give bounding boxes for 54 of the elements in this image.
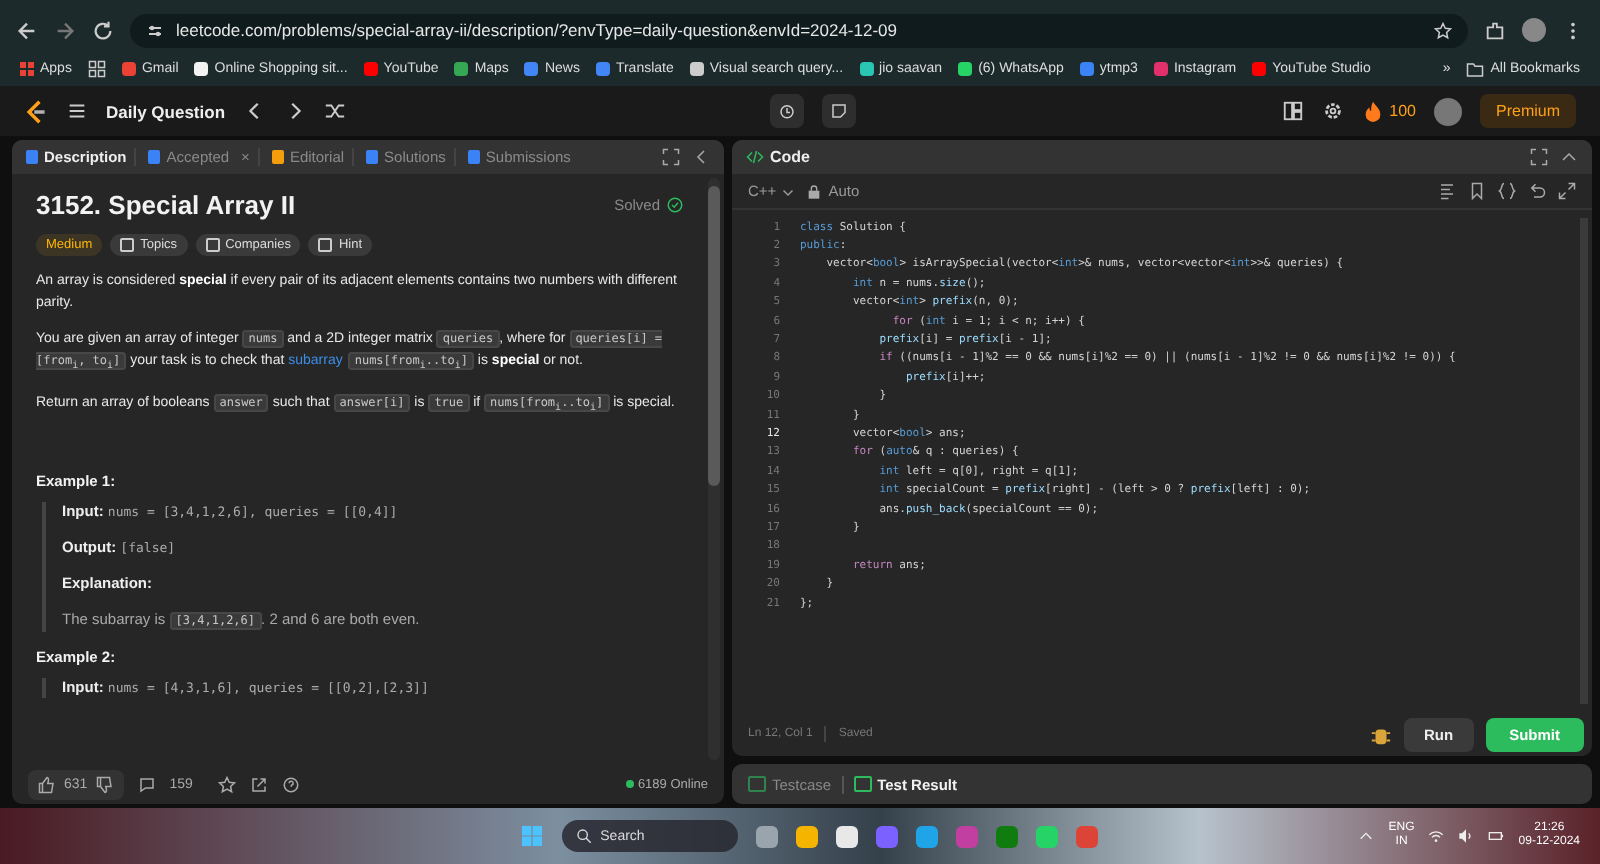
alarm-icon[interactable]: [778, 102, 797, 120]
code-icon: [746, 148, 764, 166]
thumbs-up-icon: [38, 775, 56, 793]
volume-icon[interactable]: [1458, 828, 1475, 844]
thumbs-down-icon: [95, 775, 114, 793]
chevron-down-icon[interactable]: [782, 185, 795, 197]
star-icon[interactable]: [1434, 21, 1452, 39]
problem-title: 3152. Special Array II: [36, 190, 298, 220]
address-bar[interactable]: leetcode.com/problems/special-array-ii/description/?envType=daily-question&envId=2024-12-09: [130, 13, 1468, 47]
forward-icon[interactable]: [54, 19, 76, 41]
collapse-icon[interactable]: [692, 148, 710, 166]
app-icon[interactable]: [836, 825, 859, 847]
premium-button[interactable]: Premium: [1480, 94, 1577, 128]
fire-icon: [1361, 100, 1384, 122]
bookmark-icon[interactable]: [1468, 182, 1486, 200]
wifi-icon[interactable]: [1428, 828, 1445, 844]
list-icon: [66, 100, 88, 122]
extensions-icon[interactable]: [1484, 19, 1506, 41]
note-icon[interactable]: [830, 102, 849, 120]
caret-up-icon[interactable]: [1560, 148, 1578, 166]
help-icon[interactable]: [282, 775, 301, 793]
reload-icon[interactable]: [92, 19, 114, 41]
braces-icon[interactable]: [1498, 182, 1516, 200]
streak-count[interactable]: 100: [1389, 102, 1416, 120]
comment-icon: [137, 775, 156, 793]
expand-icon[interactable]: [1558, 182, 1576, 200]
app-icon[interactable]: [796, 825, 819, 847]
lock-icon: [806, 183, 823, 199]
share-icon[interactable]: [250, 775, 269, 793]
online-dot: [625, 780, 634, 788]
star-icon[interactable]: [218, 775, 237, 793]
check-circle-icon: [666, 196, 684, 214]
format-icon[interactable]: [1438, 182, 1456, 200]
search-icon[interactable]: [576, 828, 593, 844]
grid-icon[interactable]: [87, 60, 106, 78]
battery-icon[interactable]: [1488, 828, 1505, 844]
scrollbar[interactable]: [708, 178, 720, 760]
notes-button[interactable]: [822, 94, 857, 128]
maximize-icon[interactable]: [662, 148, 680, 166]
layout-icon[interactable]: [1281, 100, 1304, 122]
user-avatar[interactable]: [1434, 97, 1462, 125]
panel-title: Code: [770, 148, 810, 166]
alarm-button[interactable]: [770, 94, 805, 128]
logo-icon[interactable]: [24, 97, 48, 125]
undo-icon[interactable]: [1528, 182, 1546, 200]
folder-icon[interactable]: [1466, 61, 1485, 77]
profile-avatar[interactable]: [1522, 18, 1546, 42]
settings-icon[interactable]: [1321, 100, 1344, 122]
maximize-icon[interactable]: [1530, 148, 1548, 166]
site-info-icon: [146, 21, 164, 39]
back-icon[interactable]: [16, 19, 38, 41]
shuffle-icon[interactable]: [323, 100, 346, 122]
chevron-up-icon[interactable]: [1358, 828, 1375, 844]
page-title[interactable]: Daily Question: [106, 101, 226, 121]
